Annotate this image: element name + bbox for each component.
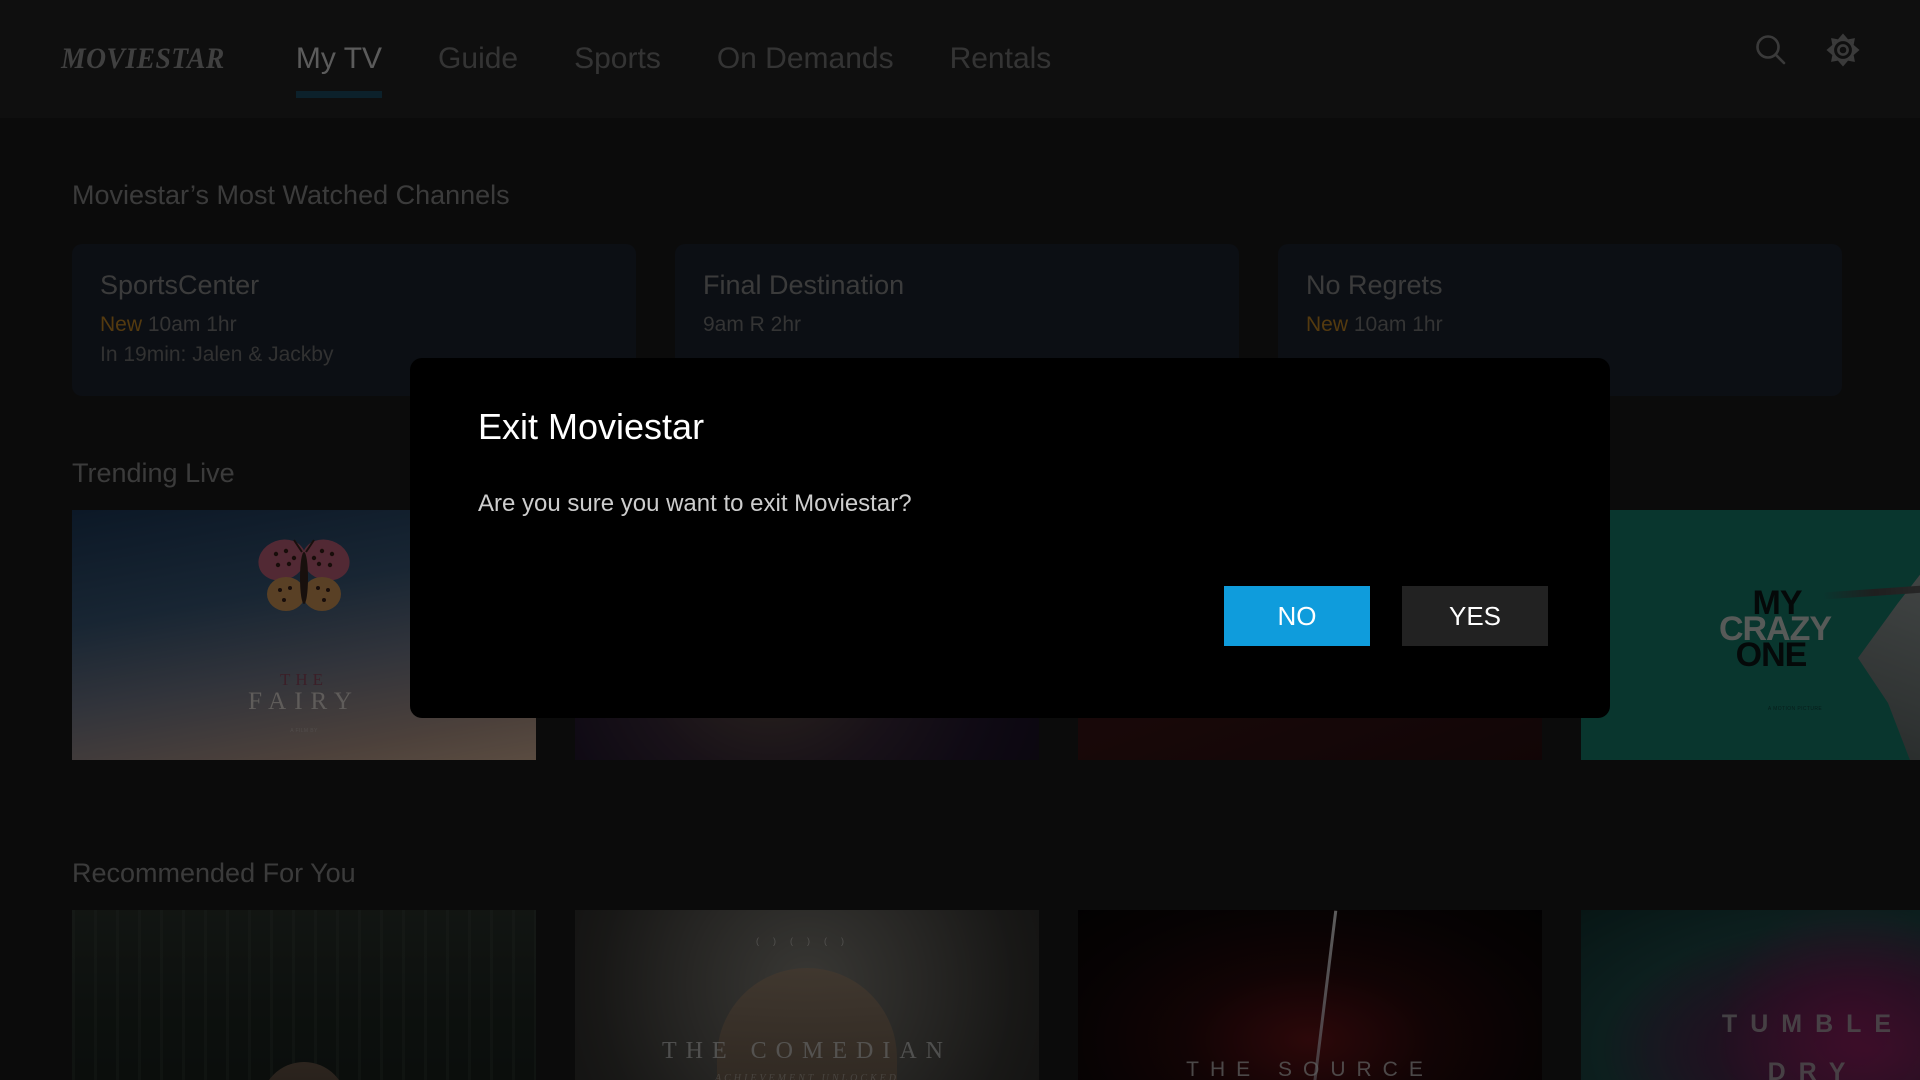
no-button[interactable]: NO — [1224, 586, 1370, 646]
dialog-title: Exit Moviestar — [478, 406, 705, 447]
dialog-message: Are you sure you want to exit Moviestar? — [478, 490, 912, 517]
yes-button[interactable]: YES — [1402, 586, 1548, 646]
dialog-actions: NO YES — [1224, 586, 1548, 646]
app-root: MOVIESTAR My TV Guide Sports On Demands … — [0, 0, 1920, 1080]
exit-confirmation-dialog: Exit Moviestar Are you sure you want to … — [410, 358, 1610, 718]
